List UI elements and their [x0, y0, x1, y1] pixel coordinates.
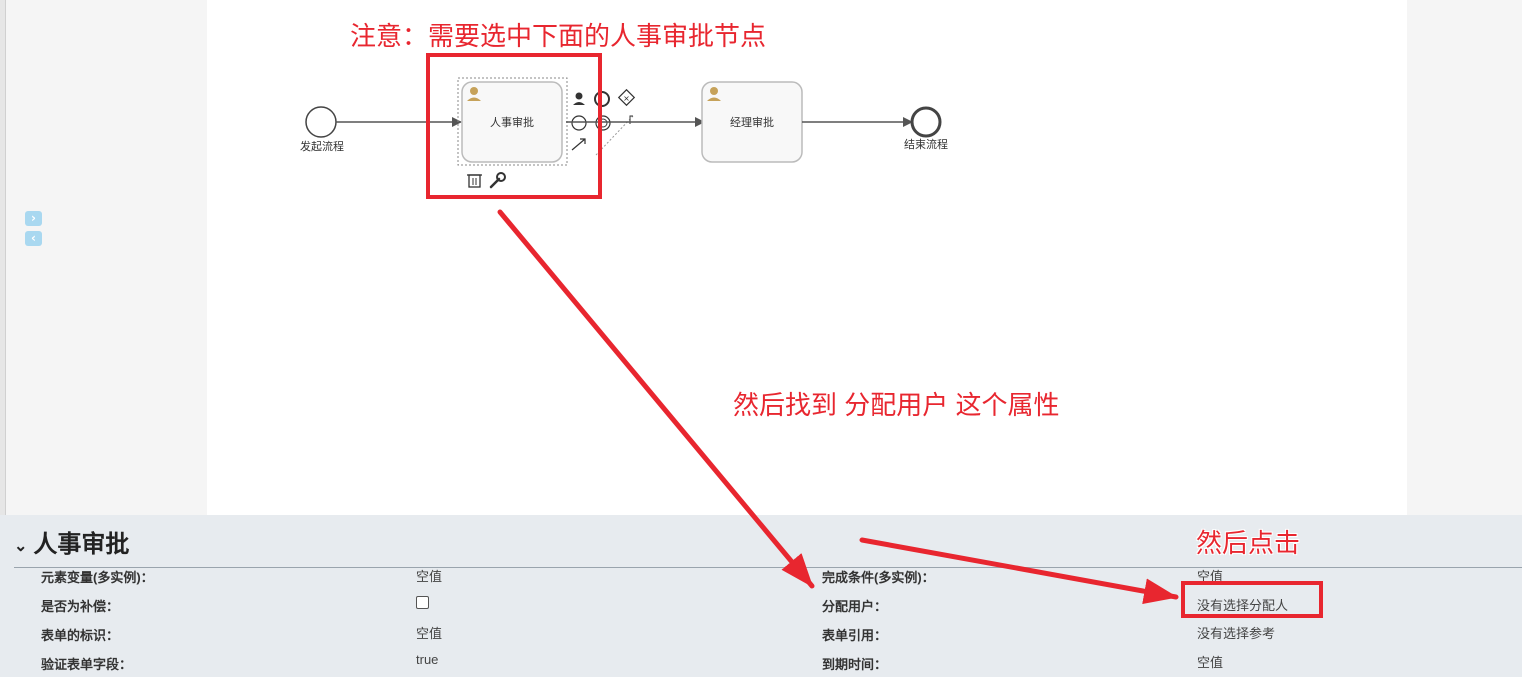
annotation-note-click: 然后点击 [1196, 528, 1301, 558]
annotation-note-select-node: 注意：需要选中下面的人事审批节点 [350, 21, 767, 51]
annotation-arrow-right [859, 537, 1179, 605]
annotation-arrows [497, 209, 1179, 605]
annotation-note-find-property: 然后找到 分配用户 这个属性 [733, 390, 1060, 420]
